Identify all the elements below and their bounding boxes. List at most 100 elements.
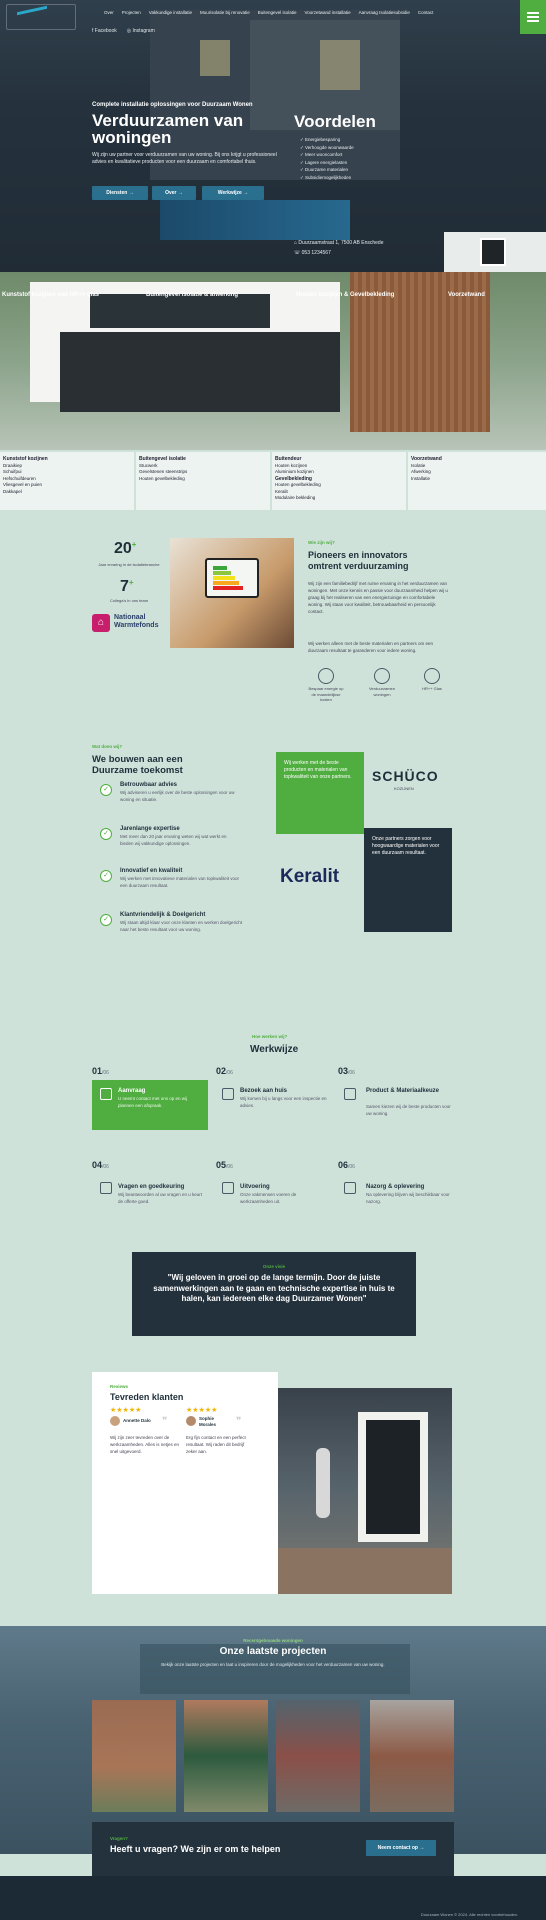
reviewer-name: Annette Dalo: [123, 1418, 151, 1423]
glass-icon: [424, 668, 440, 684]
strip-label[interactable]: Voorzetwand: [448, 292, 485, 298]
category-link[interactable]: Dakkapel: [3, 489, 131, 496]
project-image[interactable]: [370, 1700, 454, 1812]
team-label: Collega's in ons team: [109, 598, 149, 603]
quote-text: "Wij geloven in groei op de lange termij…: [153, 1273, 395, 1303]
project-image[interactable]: [92, 1700, 176, 1812]
category-link[interactable]: Houten gevelbekleding: [139, 476, 267, 483]
quote-icon: ❞: [162, 1416, 168, 1427]
check-icon: ✓: [100, 784, 112, 796]
strip-label[interactable]: Buitengevel isolatie & afwerking: [146, 292, 238, 298]
footer: Duurzaam Wonen © 2024. Alle rechten voor…: [0, 1876, 546, 1920]
reviews-eyebrow: Reviews: [110, 1384, 129, 1389]
nav-item[interactable]: Over: [104, 10, 114, 15]
category-link[interactable]: Installatie: [411, 476, 543, 483]
icon-label: Verduurzamen woningen: [368, 686, 395, 697]
hamburger-icon: [527, 12, 539, 14]
reviews-card: Reviews Tevreden klanten ★★★★★ Annette D…: [92, 1372, 278, 1594]
werkwijze-button[interactable]: Werkwijze →: [202, 186, 264, 200]
nav-item[interactable]: Muurisolatie bij renovatie: [200, 10, 250, 15]
category-link[interactable]: Modulaire bekleding: [275, 495, 403, 502]
step-title: Bezoek aan huis: [240, 1088, 288, 1094]
nav-item[interactable]: Aanvraag Isolatiesubsidie: [359, 10, 410, 15]
category-title: Buitendeur: [275, 456, 302, 462]
schuco-logo-sub: KOZIJNEN: [394, 786, 414, 791]
nav-item[interactable]: Voorzetwand installatie: [305, 10, 351, 15]
project-image[interactable]: [184, 1700, 268, 1812]
site-logo[interactable]: [6, 4, 76, 30]
quote-icon: ❞: [236, 1416, 242, 1427]
execution-icon: [222, 1182, 234, 1194]
check-icon: ✓: [100, 914, 112, 926]
step-title: Uitvoering: [240, 1184, 270, 1190]
main-nav: Over Projecten Vakkundige installatie Mu…: [104, 10, 516, 15]
over-button[interactable]: Over →: [152, 186, 196, 200]
step-number: 03/06: [338, 1066, 355, 1076]
build-item-title: Betrouwbaar advies: [120, 782, 178, 788]
build-item-desc: Wij werken met innovatieve materialen va…: [120, 876, 240, 888]
avatar: [110, 1416, 120, 1426]
projects-title: Onze laatste projecten: [219, 1646, 327, 1657]
keralit-logo: Keralit: [280, 866, 340, 887]
step-number: 01/06: [92, 1066, 109, 1076]
nav-item[interactable]: Contact: [418, 10, 434, 15]
social-links: f Facebook ◎ Instagram: [92, 28, 155, 34]
person-silhouette: [316, 1448, 330, 1518]
nav-item[interactable]: Projecten: [122, 10, 141, 15]
phone-link[interactable]: ☏ 053 1234567: [294, 248, 383, 258]
cta-banner: Vragen? Heeft u vragen? We zijn er om te…: [92, 1822, 454, 1876]
house-icon: [374, 668, 390, 684]
warmtefonds-logo-text: Nationaal Warmtefonds: [114, 614, 159, 629]
projects-eyebrow: Recentgebouwde woningen: [243, 1638, 303, 1643]
partner-dark-box: Onze partners zorgen voor hoogwaardige m…: [364, 828, 452, 932]
category-card: Voorzetwand Isolatie Afwerking Installat…: [408, 452, 546, 510]
build-item-title: Innovatief en kwaliteit: [120, 868, 183, 874]
voordelen-item: ✓ Verhoogde woonwaarde: [300, 144, 354, 150]
strip-label[interactable]: Kunststof kozijnen met HR++ glas: [2, 292, 99, 298]
category-title: Buitengevel isolatie: [139, 456, 186, 462]
projects-description: Bekijk onze laatste projecten en laat u …: [161, 1662, 385, 1667]
visit-icon: [222, 1088, 234, 1100]
team-stat: 7+: [120, 578, 134, 595]
contact-button[interactable]: Neem contact op →: [366, 1840, 436, 1856]
project-image[interactable]: [276, 1700, 360, 1812]
build-item-title: Jarenlange expertise: [120, 826, 180, 832]
build-item-desc: Wij staan altijd klaar voor onze klanten…: [120, 920, 243, 932]
door-panel: [366, 1420, 420, 1534]
nav-item[interactable]: Vakkundige installatie: [149, 10, 192, 15]
step-title: Product & Materiaalkeuze: [366, 1088, 440, 1094]
step-title: Nazorg & oplevering: [366, 1184, 425, 1190]
facebook-link[interactable]: f Facebook: [92, 28, 117, 34]
about-eyebrow: Wie zijn wij?: [308, 540, 335, 545]
energy-bar: [213, 576, 235, 580]
customer-door-image: [278, 1388, 452, 1594]
delivery-icon: [344, 1182, 356, 1194]
request-icon: [100, 1088, 112, 1100]
menu-toggle-button[interactable]: [520, 0, 546, 34]
step-desc: Na oplevering blijven wij beschikbaar vo…: [366, 1192, 450, 1204]
strip-label[interactable]: Houten kozijnen & Gevelbekleding: [296, 292, 394, 298]
build-item-desc: Met meer dan 20 jaar ervaring weten wij …: [120, 834, 227, 846]
house-window: [90, 294, 270, 328]
years-stat: 20+: [114, 540, 137, 557]
category-card: Buitendeur Houten kozijnen Aluminium koz…: [272, 452, 406, 510]
build-eyebrow: Wat doen wij?: [92, 744, 123, 749]
diensten-button[interactable]: Diensten →: [92, 186, 148, 200]
category-title: Gevelbekleding: [275, 475, 312, 482]
step-desc: Wij beantwoorden al uw vragen en u keurt…: [118, 1192, 203, 1204]
reviews-title: Tevreden klanten: [110, 1392, 184, 1402]
category-card: Buitengevel isolatie Stucwerk Gevelstene…: [136, 452, 270, 510]
instagram-link[interactable]: ◎ Instagram: [127, 28, 155, 34]
icon-label: Bespaar energie op de maandelijkse koste…: [308, 686, 344, 702]
hero-description: Wij zijn uw partner voor verduurzamen va…: [92, 152, 277, 165]
nav-item[interactable]: Buitengevel isolatie: [258, 10, 297, 15]
partner-green-box: Wij werken met de beste producten en mat…: [276, 752, 364, 834]
facebook-label: Facebook: [94, 28, 117, 34]
hero-contact: ⌂ Duurzaamstraat 1, 7500 AB Enschede ☏ 0…: [294, 238, 383, 258]
step-number: 06/06: [338, 1160, 355, 1170]
energy-savings-icon: [318, 668, 334, 684]
rating-stars: ★★★★★: [186, 1407, 218, 1414]
step-desc: Onze vakmensen voeren de werkzaamheden u…: [240, 1192, 297, 1204]
cta-title: Heeft u vragen? We zijn er om te helpen: [110, 1844, 281, 1854]
voordelen-title: Voordelen: [294, 112, 376, 131]
